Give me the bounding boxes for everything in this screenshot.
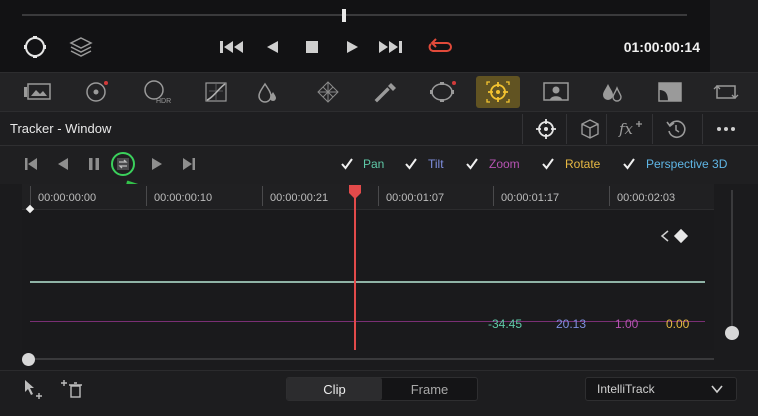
frame-mode-button[interactable]: Frame [382, 378, 477, 400]
ruler-tick [30, 186, 31, 206]
qualifier-icon[interactable] [246, 76, 290, 108]
more-options-icon[interactable] [702, 114, 748, 144]
onscreen-controls-icon[interactable] [20, 34, 50, 60]
tilt-checkbox[interactable] [404, 157, 418, 171]
rotate-label: Rotate [565, 157, 601, 171]
tracker-method-label: IntelliTrack [597, 382, 655, 396]
gallery-icon[interactable] [16, 76, 60, 108]
tracker-panel-title: Tracker - Window [10, 121, 112, 136]
hdr-icon[interactable]: HDR [134, 76, 178, 108]
play-icon[interactable] [338, 34, 366, 60]
pan-value: -34.45 [488, 317, 523, 331]
fx-mode-icon[interactable]: fx [606, 114, 652, 144]
playhead-line[interactable] [354, 190, 356, 350]
viewer-side-panel [710, 0, 758, 72]
viewer-timecode: 01:00:00:14 [623, 39, 700, 55]
pan-checkbox[interactable] [340, 157, 354, 171]
ruler-tick [609, 186, 610, 206]
ruler-timecode: 00:00:00:00 [38, 192, 97, 204]
perspective-3d-checkbox[interactable] [622, 157, 636, 171]
ruler-tick [262, 186, 263, 206]
ruler-tick [146, 186, 147, 206]
hdr-label: HDR [156, 98, 171, 105]
track-pause-icon[interactable] [81, 152, 107, 176]
ruler-timecode: 00:00:02:03 [617, 192, 676, 204]
ruler-timecode: 00:00:00:10 [154, 192, 213, 204]
magic-mask-icon[interactable] [534, 76, 578, 108]
chevron-down-icon[interactable] [709, 382, 725, 396]
track-interactive-icon[interactable] [110, 152, 136, 176]
clip-mode-button[interactable]: Clip [287, 378, 382, 400]
tracker-icon[interactable] [476, 76, 520, 108]
rotate-checkbox[interactable] [541, 157, 555, 171]
window-icon[interactable] [420, 76, 464, 108]
zoom-value: 1.00 [615, 317, 639, 331]
zoom-track-curve [30, 321, 705, 322]
layers-icon[interactable] [66, 34, 96, 60]
fx-label: fx [618, 120, 634, 138]
viewer-scrubber-handle[interactable] [342, 9, 346, 22]
color-wheels-icon[interactable] [74, 76, 118, 108]
ruler-timecode: 00:00:00:21 [270, 192, 329, 204]
rotate-value: 0.00 [666, 317, 690, 331]
viewer-scrubber-track[interactable] [22, 14, 687, 16]
color-warper-icon[interactable] [306, 76, 350, 108]
ruler-timecode: 00:00:01:07 [386, 192, 445, 204]
curves-icon[interactable] [194, 76, 238, 108]
key-icon[interactable] [648, 76, 692, 108]
tracker-mode-window-icon[interactable] [522, 114, 568, 144]
loop-icon[interactable] [426, 34, 454, 60]
pan-track-curve [30, 281, 705, 283]
vertical-zoom-handle[interactable] [725, 326, 739, 340]
previous-keyframe-icon[interactable] [660, 230, 670, 242]
zoom-checkbox[interactable] [465, 157, 479, 171]
perspective-3d-label: Perspective 3D [646, 157, 728, 171]
reset-tracker-icon[interactable] [652, 114, 698, 144]
delete-track-point-icon[interactable] [58, 378, 86, 400]
blur-icon[interactable] [590, 76, 634, 108]
tilt-label: Tilt [428, 157, 444, 171]
horizontal-zoom-slider[interactable] [22, 352, 714, 366]
pan-label: Pan [363, 157, 385, 171]
horizontal-zoom-handle[interactable] [22, 353, 35, 366]
jump-to-start-icon[interactable] [218, 34, 246, 60]
zoom-label: Zoom [489, 157, 520, 171]
track-forward-icon[interactable] [144, 152, 170, 176]
tilt-value: 20.13 [556, 317, 587, 331]
add-track-point-icon[interactable] [22, 378, 46, 400]
ruler-timecode: 00:00:01:17 [501, 192, 560, 204]
sizing-icon[interactable] [704, 76, 748, 108]
track-jump-start-icon[interactable] [18, 152, 44, 176]
track-reverse-icon[interactable] [50, 152, 76, 176]
eyedropper-icon[interactable] [364, 76, 408, 108]
ruler-tick [378, 186, 379, 206]
timeline-ruler[interactable] [22, 184, 714, 210]
stop-icon[interactable] [298, 34, 326, 60]
jump-to-end-icon[interactable] [376, 34, 404, 60]
ruler-tick [493, 186, 494, 206]
playhead-handle[interactable] [348, 184, 362, 199]
track-jump-end-icon[interactable] [176, 152, 202, 176]
play-reverse-icon[interactable] [258, 34, 286, 60]
